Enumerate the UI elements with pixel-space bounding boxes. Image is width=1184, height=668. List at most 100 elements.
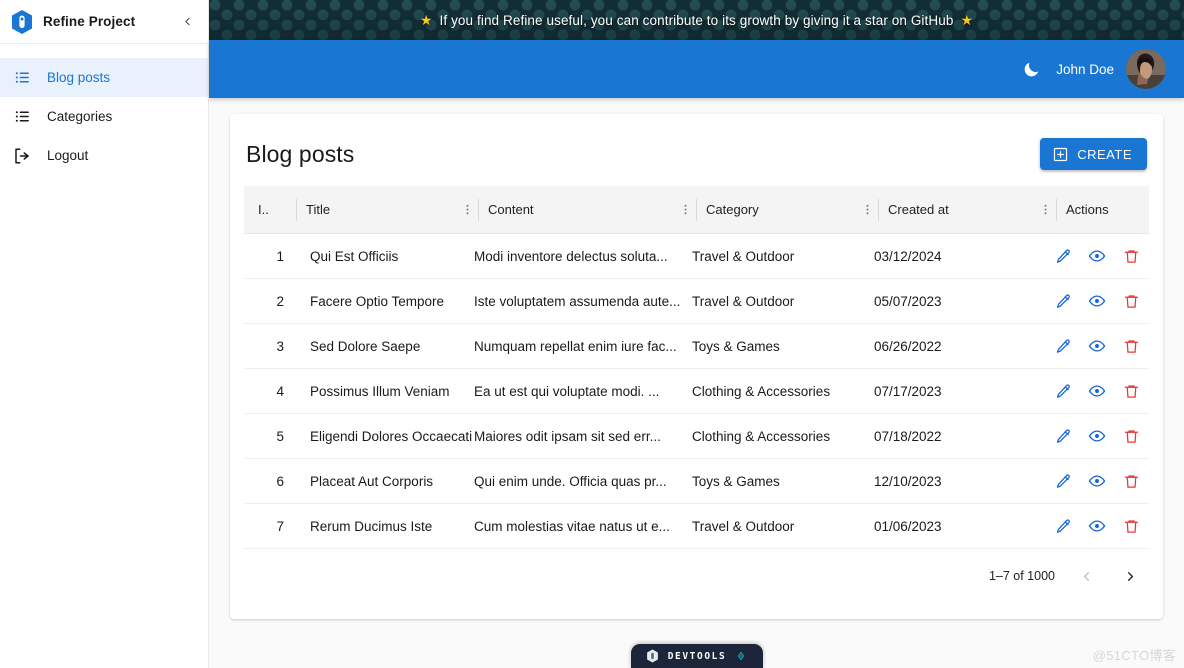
- row-show-button[interactable]: [1088, 427, 1106, 445]
- main-column: ★ If you find Refine useful, you can con…: [209, 0, 1184, 668]
- cell-id: 4: [244, 369, 292, 414]
- cell-actions: [1052, 414, 1149, 459]
- table-row[interactable]: 4Possimus Illum VeniamEa ut est qui volu…: [244, 369, 1149, 414]
- chevron-left-icon: [181, 15, 194, 28]
- cell-actions: [1052, 504, 1149, 549]
- row-show-button[interactable]: [1088, 472, 1106, 490]
- cell-title: Sed Dolore Saepe: [292, 324, 474, 369]
- cell-category: Toys & Games: [692, 459, 874, 504]
- brand-title: Refine Project: [43, 14, 167, 29]
- github-promo-banner[interactable]: ★ If you find Refine useful, you can con…: [209, 0, 1184, 40]
- cell-category: Toys & Games: [692, 324, 874, 369]
- page-title: Blog posts: [246, 141, 354, 168]
- row-delete-button[interactable]: [1122, 427, 1140, 445]
- column-header-title[interactable]: Title: [292, 186, 474, 234]
- row-show-button[interactable]: [1088, 382, 1106, 400]
- row-edit-button[interactable]: [1054, 517, 1072, 535]
- cell-title: Facere Optio Tempore: [292, 279, 474, 324]
- cell-content: Cum molestias vitae natus ut e...: [474, 504, 692, 549]
- column-divider: [696, 199, 697, 221]
- row-show-button[interactable]: [1088, 337, 1106, 355]
- column-menu-icon[interactable]: [678, 203, 692, 216]
- row-edit-button[interactable]: [1054, 382, 1072, 400]
- theme-toggle-button[interactable]: [1018, 56, 1044, 82]
- cell-actions: [1052, 324, 1149, 369]
- cell-title: Rerum Ducimus Iste: [292, 504, 474, 549]
- sidebar-item-label: Blog posts: [47, 71, 110, 85]
- sidebar-item-logout[interactable]: Logout: [0, 136, 208, 175]
- pagination-next-button[interactable]: [1117, 563, 1143, 589]
- row-show-button[interactable]: [1088, 517, 1106, 535]
- table-row[interactable]: 7Rerum Ducimus IsteCum molestias vitae n…: [244, 504, 1149, 549]
- table-row[interactable]: 3Sed Dolore SaepeNumquam repellat enim i…: [244, 324, 1149, 369]
- sidebar-collapse-button[interactable]: [176, 11, 198, 33]
- blog-posts-table: I.. Title: [244, 186, 1149, 549]
- plus-square-icon: [1052, 146, 1069, 163]
- refine-logo-icon: [646, 649, 659, 663]
- sidebar-item-blog-posts[interactable]: Blog posts: [0, 58, 208, 97]
- avatar-image: [1126, 49, 1166, 89]
- cell-id: 5: [244, 414, 292, 459]
- sidebar-item-categories[interactable]: Categories: [0, 97, 208, 136]
- target-icon: [735, 650, 747, 662]
- star-icon: ★: [960, 12, 973, 29]
- blog-posts-card: Blog posts CREATE: [230, 114, 1163, 619]
- card-header: Blog posts CREATE: [244, 128, 1149, 186]
- devtools-bar[interactable]: DEVTOOLS: [631, 644, 763, 668]
- row-delete-button[interactable]: [1122, 337, 1140, 355]
- column-divider: [296, 199, 297, 221]
- row-show-button[interactable]: [1088, 292, 1106, 310]
- row-delete-button[interactable]: [1122, 517, 1140, 535]
- star-icon: ★: [420, 12, 433, 29]
- cell-id: 3: [244, 324, 292, 369]
- cell-actions: [1052, 369, 1149, 414]
- row-edit-button[interactable]: [1054, 292, 1072, 310]
- cell-content: Qui enim unde. Officia quas pr...: [474, 459, 692, 504]
- table-row[interactable]: 1Qui Est OfficiisModi inventore delectus…: [244, 234, 1149, 279]
- logout-icon: [11, 147, 33, 165]
- column-header-category[interactable]: Category: [692, 186, 874, 234]
- column-header-created-at[interactable]: Created at: [874, 186, 1052, 234]
- row-edit-button[interactable]: [1054, 337, 1072, 355]
- cell-created-at: 01/06/2023: [874, 504, 1052, 549]
- table-row[interactable]: 5Eligendi Dolores OccaecatiMaiores odit …: [244, 414, 1149, 459]
- topbar: John Doe: [209, 40, 1184, 98]
- cell-created-at: 07/18/2022: [874, 414, 1052, 459]
- column-divider: [478, 199, 479, 221]
- table-row[interactable]: 2Facere Optio TemporeIste voluptatem ass…: [244, 279, 1149, 324]
- row-edit-button[interactable]: [1054, 427, 1072, 445]
- column-header-id[interactable]: I..: [244, 186, 292, 234]
- chevron-right-icon: [1123, 569, 1138, 584]
- row-delete-button[interactable]: [1122, 247, 1140, 265]
- cell-category: Travel & Outdoor: [692, 279, 874, 324]
- cell-category: Clothing & Accessories: [692, 414, 874, 459]
- table-row[interactable]: 6Placeat Aut CorporisQui enim unde. Offi…: [244, 459, 1149, 504]
- row-edit-button[interactable]: [1054, 247, 1072, 265]
- column-menu-icon[interactable]: [460, 203, 474, 216]
- pagination-prev-button[interactable]: [1073, 563, 1099, 589]
- pagination: 1–7 of 1000: [244, 549, 1149, 603]
- chevron-left-icon: [1079, 569, 1094, 584]
- cell-actions: [1052, 279, 1149, 324]
- sidebar-nav: Blog posts Categories: [0, 44, 208, 175]
- cell-title: Placeat Aut Corporis: [292, 459, 474, 504]
- create-button[interactable]: CREATE: [1040, 138, 1147, 170]
- refine-logo-icon: [10, 9, 34, 35]
- row-show-button[interactable]: [1088, 247, 1106, 265]
- row-edit-button[interactable]: [1054, 472, 1072, 490]
- column-header-title-label: Title: [306, 202, 460, 217]
- column-header-id-label: I..: [258, 202, 292, 217]
- sidebar-item-label: Categories: [47, 110, 112, 124]
- github-promo-text-wrap: ★ If you find Refine useful, you can con…: [420, 12, 973, 29]
- column-header-content[interactable]: Content: [474, 186, 692, 234]
- avatar[interactable]: [1126, 49, 1166, 89]
- devtools-label: DEVTOOLS: [668, 651, 727, 662]
- row-delete-button[interactable]: [1122, 292, 1140, 310]
- sidebar-item-label: Logout: [47, 149, 88, 163]
- row-delete-button[interactable]: [1122, 472, 1140, 490]
- row-delete-button[interactable]: [1122, 382, 1140, 400]
- cell-category: Travel & Outdoor: [692, 504, 874, 549]
- column-menu-icon[interactable]: [860, 203, 874, 216]
- column-menu-icon[interactable]: [1038, 203, 1052, 216]
- github-promo-text: If you find Refine useful, you can contr…: [440, 13, 954, 28]
